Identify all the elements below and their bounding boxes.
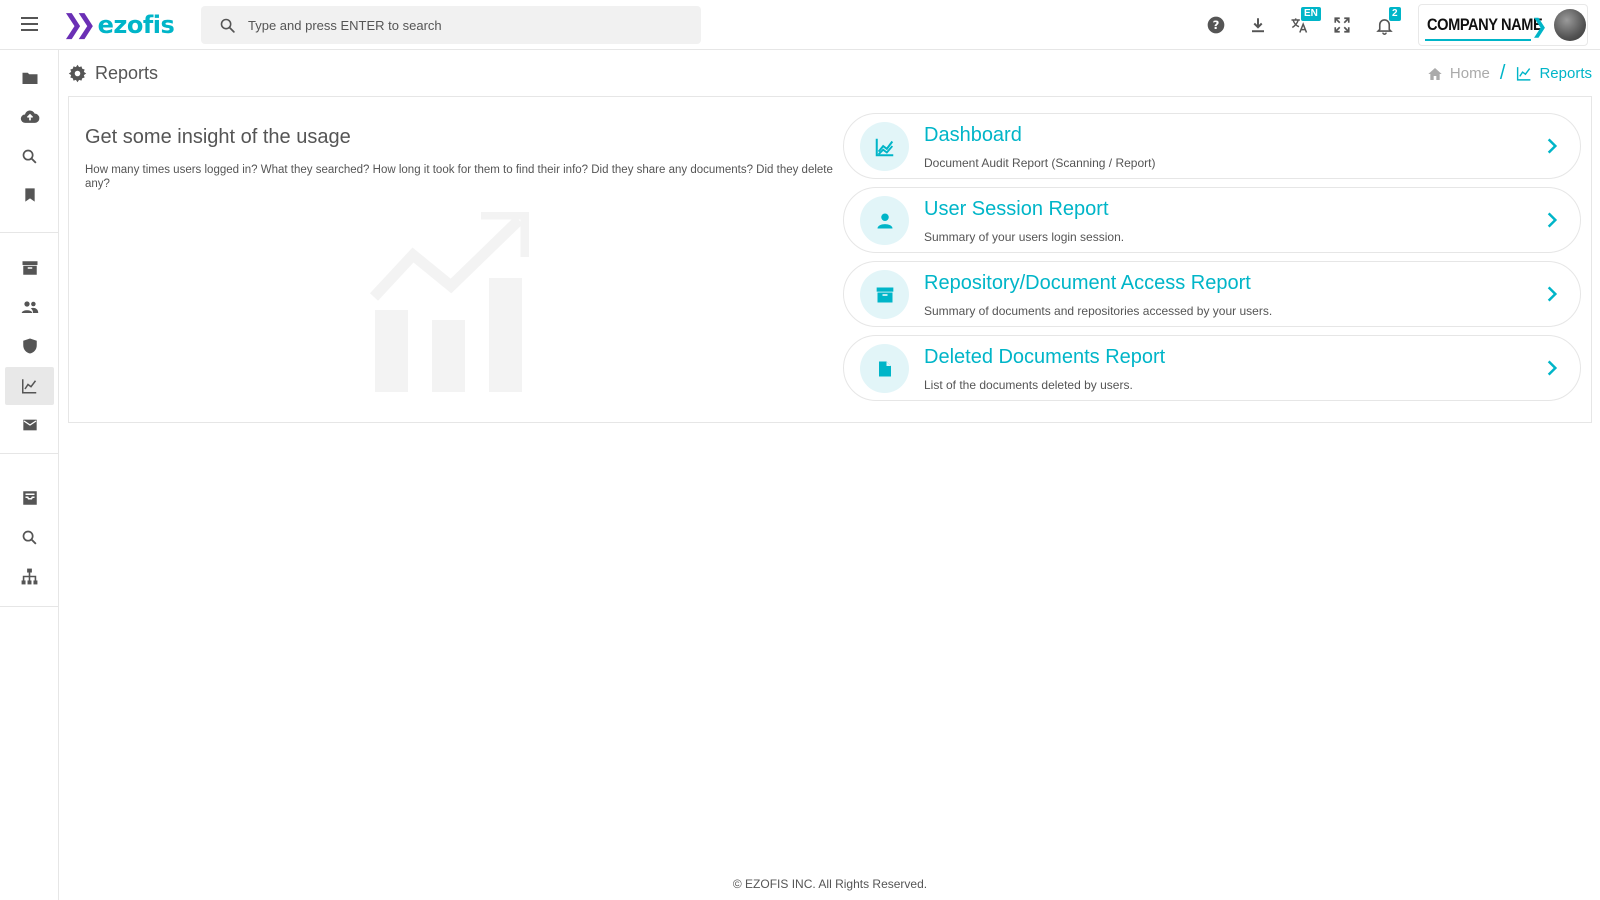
report-icon-circle (860, 122, 909, 171)
report-subtitle: Summary of your users login session. (924, 230, 1125, 244)
footer-copyright: © EZOFIS INC. All Rights Reserved. (732, 877, 928, 891)
logo-chevron-icon: ❯❯ (62, 10, 96, 40)
sidebar-item-archive[interactable] (5, 249, 54, 287)
report-subtitle: Document Audit Report (Scanning / Report… (924, 156, 1156, 170)
svg-text:?: ? (1213, 18, 1220, 32)
chevron-right-icon (1547, 360, 1558, 376)
report-title: Deleted Documents Report (924, 346, 1166, 368)
search-icon (22, 530, 37, 545)
search-icon (22, 149, 37, 164)
chevron-right-icon (1547, 138, 1558, 154)
sidebar-item-folders[interactable] (5, 59, 54, 97)
sidebar-item-search[interactable] (5, 137, 54, 175)
report-subtitle: Summary of documents and repositories ac… (924, 304, 1273, 318)
sidebar-item-hierarchy[interactable] (5, 557, 54, 595)
report-card-user-session[interactable]: User Session Report Summary of your user… (843, 187, 1581, 253)
report-icon-circle (860, 196, 909, 245)
report-card-repository-access[interactable]: Repository/Document Access Report Summar… (843, 261, 1581, 327)
breadcrumb-current: Reports (1539, 65, 1592, 82)
growth-chart-illustration-icon (369, 212, 529, 392)
search-bar (201, 6, 701, 44)
chevron-right-icon (1547, 286, 1558, 302)
sidebar (0, 50, 59, 900)
sidebar-item-users[interactable] (5, 288, 54, 326)
sidebar-item-inbox[interactable] (5, 479, 54, 517)
report-title: Repository/Document Access Report (924, 272, 1251, 294)
company-name-underline (1425, 39, 1531, 41)
sidebar-item-reports[interactable] (5, 367, 54, 405)
hamburger-menu-icon[interactable] (16, 13, 42, 37)
inbox-icon (22, 491, 37, 505)
sidebar-item-advanced-search[interactable] (5, 518, 54, 556)
top-header: ❯❯ ezofis ? EN 2 COMPANY NAME ❯ (0, 0, 1600, 50)
page-title: Reports (95, 62, 159, 83)
reports-chart-icon (22, 379, 37, 394)
breadcrumb-home[interactable]: Home (1450, 65, 1490, 82)
sidebar-item-security[interactable] (5, 327, 54, 365)
company-name: COMPANY NAME (1427, 15, 1543, 34)
insight-description: How many times users logged in? What the… (85, 164, 833, 190)
gear-icon (68, 64, 87, 82)
logo-text: ezofis (97, 11, 175, 39)
notification-count-badge: 2 (1389, 7, 1401, 21)
chevron-right-icon (1547, 212, 1558, 228)
page-header: Reports (68, 60, 158, 86)
search-input[interactable] (248, 17, 668, 33)
translate-icon[interactable]: EN (1287, 7, 1321, 37)
sidebar-item-mail[interactable] (5, 406, 54, 444)
sidebar-divider (0, 453, 58, 454)
report-card-deleted-documents[interactable]: Deleted Documents Report List of the doc… (843, 335, 1581, 401)
reports-panel: Get some insight of the usage How many t… (68, 96, 1592, 423)
home-icon[interactable] (1426, 66, 1444, 82)
bookmark-icon (24, 188, 35, 202)
person-icon (877, 213, 892, 228)
report-icon-circle (860, 344, 909, 393)
company-profile-button[interactable]: COMPANY NAME ❯ (1418, 4, 1588, 46)
insight-title: Get some insight of the usage (85, 126, 351, 148)
language-badge: EN (1301, 7, 1321, 21)
notifications-bell-icon[interactable]: 2 (1372, 7, 1401, 37)
folder-icon (22, 72, 37, 84)
reports-chart-icon (1517, 67, 1531, 81)
sidebar-divider (0, 606, 58, 607)
shield-icon (22, 338, 37, 354)
breadcrumb-separator: / (1499, 62, 1506, 84)
archive-box-icon (876, 287, 893, 302)
users-icon (21, 301, 38, 313)
report-title: Dashboard (924, 124, 1022, 146)
archive-icon (22, 261, 37, 275)
report-icon-circle (860, 270, 909, 319)
sidebar-item-bookmarks[interactable] (5, 176, 54, 214)
report-card-dashboard[interactable]: Dashboard Document Audit Report (Scannin… (843, 113, 1581, 179)
sidebar-item-upload[interactable] (5, 98, 54, 136)
help-icon[interactable]: ? (1204, 13, 1228, 37)
search-icon (220, 18, 235, 33)
logo[interactable]: ❯❯ ezofis (62, 10, 175, 40)
hierarchy-icon (21, 568, 38, 584)
fullscreen-icon[interactable] (1330, 13, 1354, 37)
download-icon[interactable] (1246, 13, 1270, 37)
line-chart-icon (875, 138, 893, 156)
mail-icon (22, 419, 37, 431)
report-title: User Session Report (924, 198, 1109, 220)
document-icon (878, 361, 891, 376)
sidebar-divider (0, 232, 58, 233)
breadcrumb: Home / Reports (1426, 62, 1592, 85)
cloud-upload-icon (20, 110, 39, 123)
avatar[interactable] (1554, 9, 1586, 41)
company-arrow-icon: ❯ (1531, 16, 1548, 38)
report-subtitle: List of the documents deleted by users. (924, 378, 1133, 392)
